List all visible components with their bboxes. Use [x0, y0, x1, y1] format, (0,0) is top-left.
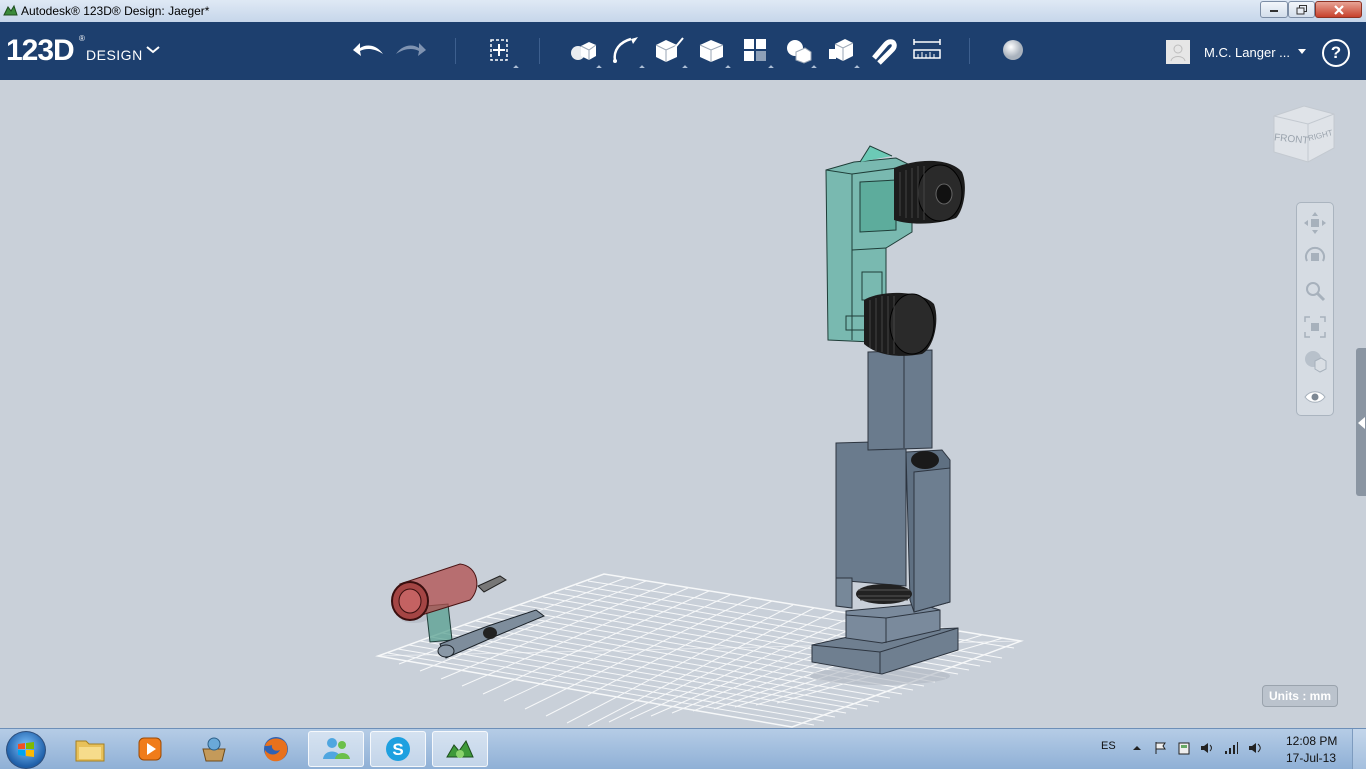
- taskbar-skype[interactable]: S: [370, 731, 426, 767]
- toolbar-separator: [539, 38, 540, 64]
- pattern-grid-icon: [744, 39, 766, 61]
- modify-button[interactable]: [694, 32, 731, 71]
- sketch-curve-icon: [613, 37, 638, 63]
- downloads-basket-icon: [202, 737, 226, 762]
- logo-registered: ®: [79, 34, 85, 43]
- orbit-button[interactable]: [1303, 245, 1327, 269]
- material-button[interactable]: [995, 32, 1031, 68]
- fit-icon: [1304, 316, 1326, 338]
- snap-button[interactable]: [866, 32, 902, 68]
- grouping-shapes-icon: [787, 40, 812, 64]
- window-title-bar: Autodesk® 123D® Design: Jaeger*: [0, 0, 1366, 23]
- robot-arm-model[interactable]: [811, 145, 965, 675]
- close-button[interactable]: [1315, 1, 1362, 18]
- volume-icon[interactable]: [1248, 741, 1262, 755]
- close-icon: [1333, 4, 1344, 15]
- svg-text:S: S: [392, 740, 403, 759]
- action-center-flag-icon[interactable]: [1153, 741, 1167, 755]
- pattern-button[interactable]: [737, 32, 774, 71]
- pan-button[interactable]: [1303, 211, 1327, 235]
- tray-clock-date[interactable]: 17-Jul-13: [1286, 751, 1336, 765]
- 123d-design-icon: [446, 739, 474, 758]
- 3d-viewport[interactable]: FRONT RIGHT Units : mm: [0, 80, 1366, 728]
- minimize-button[interactable]: [1260, 1, 1288, 18]
- logo-design: DESIGN: [86, 47, 143, 63]
- sketch-button[interactable]: [608, 32, 645, 71]
- window-title: Autodesk® 123D® Design: Jaeger*: [21, 4, 210, 18]
- material-sphere-icon: [1003, 40, 1023, 60]
- measure-button[interactable]: [909, 32, 945, 68]
- volume-speaker-icon[interactable]: [1200, 741, 1214, 755]
- skype-icon: S: [386, 737, 410, 761]
- fit-button[interactable]: [1303, 315, 1327, 339]
- zoom-icon: [1306, 282, 1326, 302]
- network-signal-icon[interactable]: [1224, 741, 1238, 755]
- viewcube[interactable]: FRONT RIGHT: [1268, 102, 1340, 168]
- 123d-app-icon: [3, 4, 18, 16]
- safely-remove-hardware-icon[interactable]: [1177, 741, 1191, 755]
- snap-magnet-icon: [872, 39, 897, 65]
- orbit-icon: [1305, 246, 1325, 262]
- view-mode-button[interactable]: [1303, 349, 1327, 373]
- tray-language[interactable]: ES: [1101, 740, 1116, 752]
- windows-logo-icon: [18, 742, 34, 757]
- windows-taskbar: S ES 12:08 PM 17-Jul-13: [0, 728, 1366, 769]
- user-avatar[interactable]: [1166, 40, 1190, 64]
- grouping-button[interactable]: [780, 32, 817, 71]
- show-desktop-button[interactable]: [1352, 729, 1366, 769]
- gear-upper: [894, 160, 965, 224]
- chevron-down-icon[interactable]: [146, 46, 160, 54]
- undo-button[interactable]: [350, 32, 386, 68]
- modify-box-icon: [699, 40, 724, 62]
- app-logo-menu[interactable]: 123D ® DESIGN: [6, 34, 142, 68]
- user-name[interactable]: M.C. Langer ...: [1204, 45, 1290, 60]
- app-toolbar: 123D ® DESIGN M.C. Langer ... ?: [0, 22, 1366, 80]
- undo-arrow-icon: [353, 43, 383, 56]
- 3d-scene[interactable]: [0, 80, 1366, 728]
- gear-middle: [864, 292, 937, 356]
- maximize-button[interactable]: [1288, 1, 1315, 18]
- tray-clock-time[interactable]: 12:08 PM: [1286, 734, 1337, 748]
- view-mode-icon: [1305, 351, 1327, 373]
- combine-merge-icon: [829, 39, 854, 61]
- user-menu-caret-icon[interactable]: [1298, 49, 1306, 54]
- tray-show-hidden-icon[interactable]: [1130, 741, 1144, 755]
- help-button[interactable]: ?: [1322, 39, 1350, 67]
- maximize-icon: [1296, 4, 1307, 14]
- minimize-icon: [1270, 9, 1278, 12]
- taskbar-messenger[interactable]: [308, 731, 364, 767]
- transform-button[interactable]: [482, 32, 519, 71]
- user-avatar-icon: [1170, 44, 1186, 62]
- construct-button[interactable]: [651, 32, 688, 71]
- windows-live-messenger-icon: [323, 738, 350, 759]
- combine-button[interactable]: [823, 32, 860, 71]
- taskbar-media-player[interactable]: [122, 731, 178, 767]
- taskbar-file-explorer[interactable]: [62, 731, 118, 767]
- construct-extrude-icon: [655, 37, 684, 62]
- primitives-box-sphere-icon: [571, 42, 597, 60]
- units-indicator[interactable]: Units : mm: [1262, 685, 1338, 707]
- toolbar-separator: [455, 38, 456, 64]
- taskbar-123d-design[interactable]: [432, 731, 488, 767]
- toolbar-separator: [969, 38, 970, 64]
- measure-ruler-icon: [913, 39, 941, 59]
- file-explorer-icon: [75, 740, 105, 762]
- zoom-button[interactable]: [1303, 280, 1327, 304]
- taskbar-downloads[interactable]: [186, 731, 242, 767]
- gear-lower: [856, 584, 912, 604]
- visibility-button[interactable]: [1303, 385, 1327, 409]
- logo-123d: 123D: [6, 34, 75, 67]
- navigation-bar: [1296, 202, 1334, 416]
- transform-move-icon: [490, 39, 508, 61]
- redo-arrow-icon: [396, 43, 426, 56]
- firefox-icon: [264, 737, 288, 762]
- start-button[interactable]: [6, 731, 46, 769]
- visibility-eye-icon: [1304, 391, 1326, 403]
- side-panel-arrow-icon[interactable]: [1358, 417, 1365, 429]
- pan-icon: [1304, 212, 1326, 234]
- redo-button[interactable]: [393, 32, 429, 68]
- taskbar-firefox[interactable]: [248, 731, 304, 767]
- primitives-button[interactable]: [565, 32, 602, 71]
- media-player-icon: [138, 737, 162, 761]
